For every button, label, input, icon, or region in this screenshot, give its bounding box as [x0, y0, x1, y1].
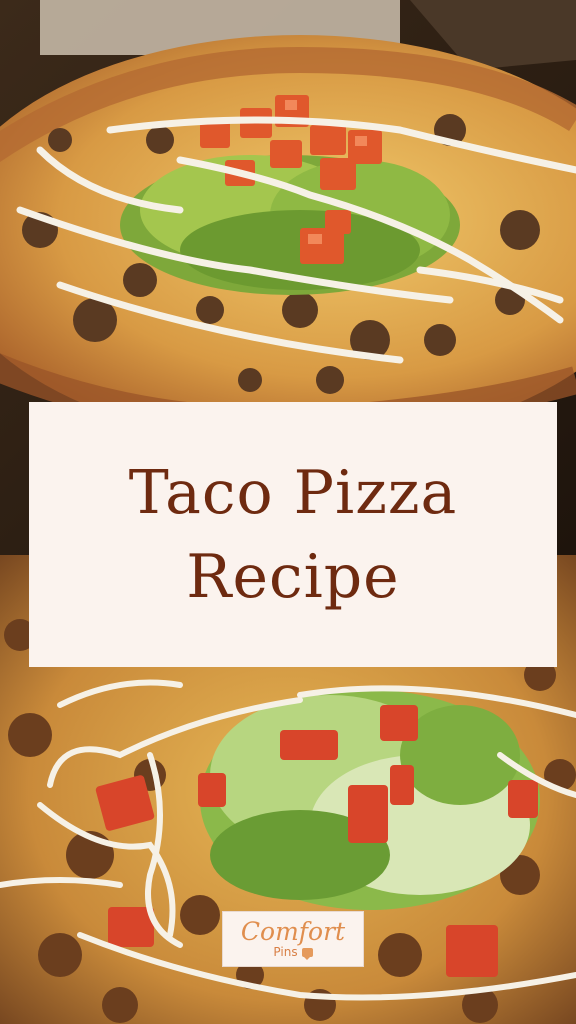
brand-logo: Comfort Pins	[222, 911, 364, 967]
chat-bubble-icon	[301, 947, 313, 960]
title-line-1: Taco Pizza	[128, 457, 458, 528]
brand-sub: Pins	[273, 945, 313, 960]
title-line-2: Recipe	[186, 541, 400, 612]
brand-name: Comfort	[240, 917, 346, 946]
brand-suffix: Pins	[273, 945, 298, 959]
title-card: Taco Pizza Recipe	[29, 402, 557, 667]
